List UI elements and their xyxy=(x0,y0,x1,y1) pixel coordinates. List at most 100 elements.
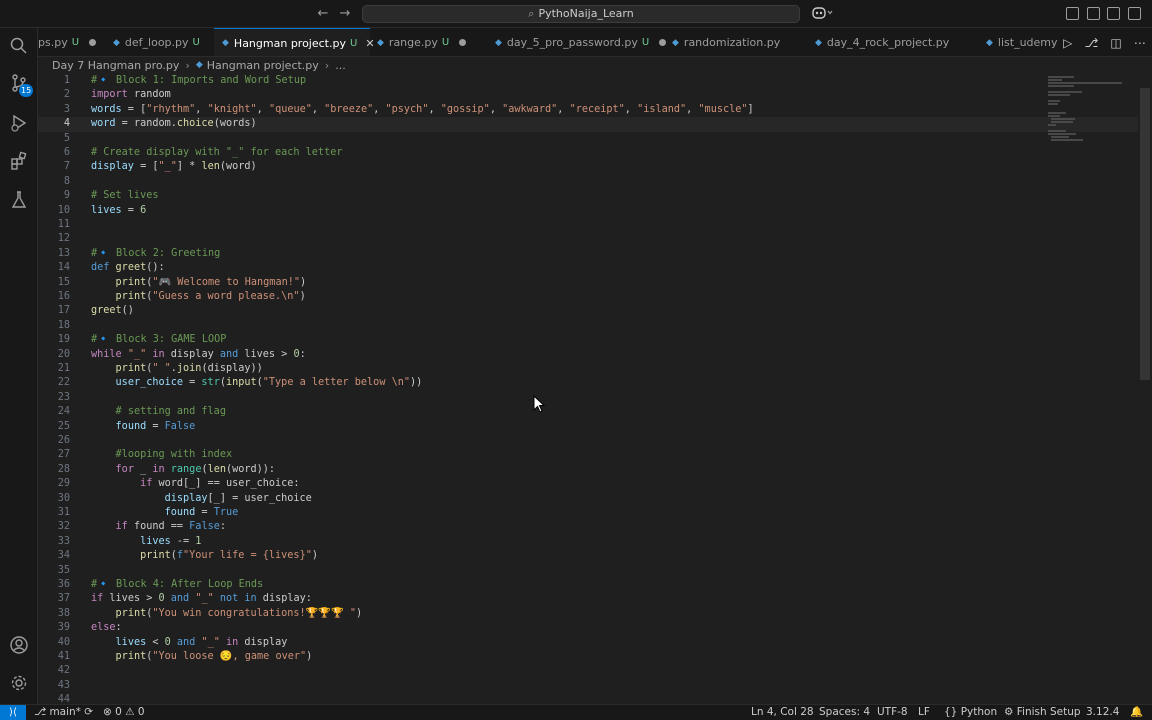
code-line[interactable]: 30 display[_] = user_choice xyxy=(38,492,1138,506)
tab-day-5-pro-password-py[interactable]: ◆ day_5_pro_password.py U xyxy=(487,28,674,56)
code-line[interactable]: 8 xyxy=(38,175,1138,189)
toggle-panel-icon[interactable] xyxy=(1087,7,1100,20)
code-token: "breeze" xyxy=(324,103,374,115)
code-line[interactable]: 41 print("You loose 😔, game over") xyxy=(38,650,1138,664)
open-changes-icon[interactable]: ⎇ xyxy=(1084,36,1098,50)
vertical-scrollbar[interactable] xyxy=(1140,88,1150,380)
code-line[interactable]: 14 def greet(): xyxy=(38,261,1138,275)
account-icon[interactable] xyxy=(0,628,38,662)
code-line[interactable]: 5 xyxy=(38,132,1138,146)
code-line[interactable]: 23 xyxy=(38,391,1138,405)
code-line[interactable]: 26 xyxy=(38,434,1138,448)
code-token: (word) xyxy=(219,161,257,173)
code-line[interactable]: 9 # Set lives xyxy=(38,189,1138,203)
code-line[interactable]: 21 print(" ".join(display)) xyxy=(38,362,1138,376)
tab-ps-py[interactable]: ps.py U xyxy=(38,28,104,56)
code-line[interactable]: 16 print("Guess a word please.\n") xyxy=(38,290,1138,304)
code-text: if found == False: xyxy=(91,520,226,534)
back-arrow-icon[interactable]: ← xyxy=(314,5,332,23)
breadcrumb-file[interactable]: Hangman project.py xyxy=(207,59,319,72)
code-line[interactable]: 17 greet() xyxy=(38,304,1138,318)
code-line[interactable]: 1 #🔹 Block 1: Imports and Word Setup xyxy=(38,74,1138,88)
search-icon[interactable] xyxy=(0,29,38,63)
split-editor-icon[interactable]: ◫ xyxy=(1110,36,1121,50)
code-line[interactable]: 35 xyxy=(38,564,1138,578)
run-python-file-icon[interactable]: ▷ xyxy=(1063,36,1072,50)
code-line[interactable]: 42 xyxy=(38,664,1138,678)
run-debug-icon[interactable] xyxy=(0,106,38,140)
testing-flask-icon[interactable] xyxy=(0,183,38,217)
end-of-line[interactable]: LF xyxy=(918,705,930,720)
notifications-bell-icon[interactable]: 🔔 xyxy=(1130,705,1143,720)
tab-def-loop-py[interactable]: ◆ def_loop.py U xyxy=(105,28,208,56)
code-line[interactable]: 25 found = False xyxy=(38,420,1138,434)
language-mode[interactable]: {} Python xyxy=(944,705,997,720)
indentation[interactable]: Spaces: 4 xyxy=(819,705,870,720)
command-center-search[interactable]: ⌕ PythoNaija_Learn xyxy=(362,5,800,23)
code-line[interactable]: 37 if lives > 0 and "_" not in display: xyxy=(38,592,1138,606)
code-editor[interactable]: 1 #🔹 Block 1: Imports and Word Setup 2 impo… xyxy=(38,74,1152,704)
code-line[interactable]: 22 user_choice = str(input("Type a lette… xyxy=(38,376,1138,390)
code-line[interactable]: 40 lives < 0 and "_" in display xyxy=(38,636,1138,650)
tab-randomization-py[interactable]: ◆ randomization.py xyxy=(664,28,788,56)
source-control-icon[interactable]: 15 xyxy=(0,66,38,100)
code-line[interactable]: 27 #looping with index xyxy=(38,448,1138,462)
minimap[interactable] xyxy=(1048,74,1138,144)
forward-arrow-icon[interactable]: → xyxy=(336,5,354,23)
code-line[interactable]: 12 xyxy=(38,232,1138,246)
tab-list-udemy[interactable]: ◆ list_udemy. xyxy=(978,28,1067,56)
code-token: #🔹 Block 2: Greeting xyxy=(91,247,221,259)
code-line[interactable]: 24 # setting and flag xyxy=(38,405,1138,419)
branch-indicator[interactable]: ⎇ main* ⟳ xyxy=(34,705,93,720)
warning-icon: ⚠ xyxy=(121,706,138,718)
code-line[interactable]: 19 #🔹 Block 3: GAME LOOP xyxy=(38,333,1138,347)
code-line[interactable]: 15 print("🎮 Welcome to Hangman!") xyxy=(38,276,1138,290)
code-line[interactable]: 20 while "_" in display and lives > 0: xyxy=(38,348,1138,362)
code-token: display xyxy=(164,492,208,504)
code-line[interactable]: 2 import random xyxy=(38,88,1138,102)
code-line[interactable]: 7 display = ["_"] * len(word) xyxy=(38,160,1138,174)
line-number: 27 xyxy=(57,449,70,461)
code-line[interactable]: 36 #🔹 Block 4: After Loop Ends xyxy=(38,578,1138,592)
code-line[interactable]: 32 if found == False: xyxy=(38,520,1138,534)
breadcrumb-symbols[interactable]: ... xyxy=(335,59,346,72)
cursor-position[interactable]: Ln 4, Col 28 xyxy=(751,705,814,720)
code-line[interactable]: 43 xyxy=(38,679,1138,693)
settings-gear-icon[interactable] xyxy=(0,666,38,700)
finish-setup[interactable]: ⚙ Finish Setup xyxy=(1004,705,1081,720)
code-line[interactable]: 39 else: xyxy=(38,621,1138,635)
remote-window-icon[interactable]: ⟩⟨ xyxy=(0,705,26,720)
encoding[interactable]: UTF-8 xyxy=(877,705,908,720)
line-number: 29 xyxy=(57,478,70,490)
code-line[interactable]: 10 lives = 6 xyxy=(38,204,1138,218)
copilot-icon[interactable] xyxy=(812,6,836,22)
line-number: 39 xyxy=(57,622,70,634)
more-actions-icon[interactable]: ⋯ xyxy=(1134,36,1146,50)
code-line[interactable]: 13 #🔹 Block 2: Greeting xyxy=(38,247,1138,261)
code-line[interactable]: 3 words = ["rhythm", "knight", "queue", "… xyxy=(38,103,1138,117)
extensions-icon[interactable] xyxy=(0,144,38,178)
line-number: 12 xyxy=(57,233,70,245)
code-line[interactable]: 44 xyxy=(38,693,1138,704)
code-text: greet() xyxy=(91,304,134,318)
code-line[interactable]: 11 xyxy=(38,218,1138,232)
code-line[interactable]: 4 word = random.choice(words) xyxy=(38,117,1138,132)
code-line[interactable]: 34 print(f"Your life = {lives}") xyxy=(38,549,1138,563)
breadcrumb-folder[interactable]: Day 7 Hangman pro.py xyxy=(52,59,179,72)
code-line[interactable]: 18 xyxy=(38,319,1138,333)
tab-hangman-project-py[interactable]: ◆ Hangman project.py U ✕ xyxy=(214,28,375,56)
code-line[interactable]: 38 print("You win congratulations!🏆🏆🏆 ") xyxy=(38,607,1138,621)
code-line[interactable]: 29 if word[_] == user_choice: xyxy=(38,477,1138,491)
code-line[interactable]: 6 # Create display with "_" for each lett… xyxy=(38,146,1138,160)
python-interpreter[interactable]: 3.12.4 xyxy=(1086,705,1119,720)
problems-indicator[interactable]: ⊗ 0 ⚠ 0 xyxy=(103,705,145,720)
code-line[interactable]: 31 found = True xyxy=(38,506,1138,520)
code-line[interactable]: 28 for _ in range(len(word)): xyxy=(38,463,1138,477)
toggle-secondary-sidebar-icon[interactable] xyxy=(1107,7,1120,20)
tab-range-py[interactable]: ◆ range.py U xyxy=(369,28,474,56)
code-line[interactable]: 33 lives -= 1 xyxy=(38,535,1138,549)
toggle-primary-sidebar-icon[interactable] xyxy=(1066,7,1079,20)
customize-layout-icon[interactable] xyxy=(1128,7,1141,20)
tab-day-4-rock-project-py[interactable]: ◆ day_4_rock_project.py xyxy=(807,28,957,56)
